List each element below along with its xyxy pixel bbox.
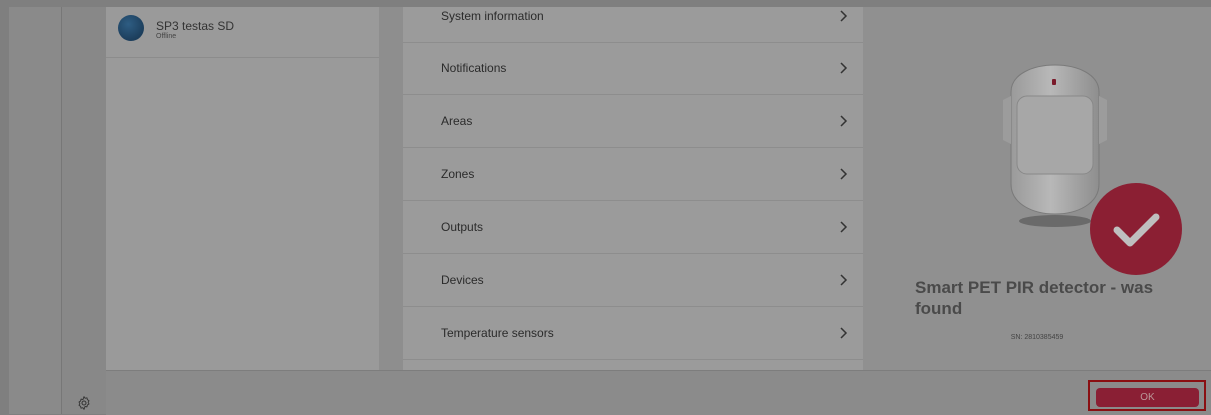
menu-item-zones[interactable]: Zones	[403, 148, 863, 201]
device-list: SP3 testas SD Offline	[106, 7, 379, 370]
chevron-right-icon	[840, 115, 848, 127]
secondary-rail	[62, 7, 106, 414]
device-name: SP3 testas SD	[156, 19, 235, 33]
device-item[interactable]: SP3 testas SD Offline	[106, 7, 379, 58]
menu-item-system-information[interactable]: System information	[403, 0, 863, 43]
settings-icon[interactable]	[76, 395, 92, 411]
bottom-bar	[106, 370, 1211, 415]
device-avatar	[118, 15, 144, 41]
left-rail	[9, 7, 61, 414]
chevron-right-icon	[840, 10, 848, 22]
found-title: Smart PET PIR detector - was found	[915, 278, 1154, 318]
settings-menu: System information Notifications Areas Z…	[403, 7, 863, 370]
menu-label: Temperature sensors	[441, 326, 554, 340]
chevron-right-icon	[840, 327, 848, 339]
menu-item-outputs[interactable]: Outputs	[403, 201, 863, 254]
menu-label: Devices	[441, 273, 484, 287]
menu-label: Areas	[441, 114, 473, 128]
device-status: Offline	[156, 33, 177, 40]
chevron-right-icon	[840, 168, 848, 180]
menu-item-notifications[interactable]: Notifications	[403, 42, 863, 95]
checkmark-icon	[1113, 213, 1160, 247]
chevron-right-icon	[840, 274, 848, 286]
ok-button[interactable]: OK	[1096, 388, 1199, 407]
chevron-right-icon	[840, 62, 848, 74]
menu-label: System information	[441, 9, 544, 23]
success-badge	[1090, 183, 1182, 275]
serial-number: SN: 2810385459	[1010, 334, 1064, 341]
menu-item-devices[interactable]: Devices	[403, 254, 863, 307]
menu-label: Outputs	[441, 220, 484, 234]
menu-item-temperature-sensors[interactable]: Temperature sensors	[403, 307, 863, 360]
menu-label: Notifications	[441, 61, 507, 75]
device-found-panel: Smart PET PIR detector - was found SN: 2…	[863, 7, 1211, 370]
chevron-right-icon	[840, 221, 848, 233]
menu-label: Zones	[441, 167, 475, 181]
menu-item-areas[interactable]: Areas	[403, 95, 863, 148]
